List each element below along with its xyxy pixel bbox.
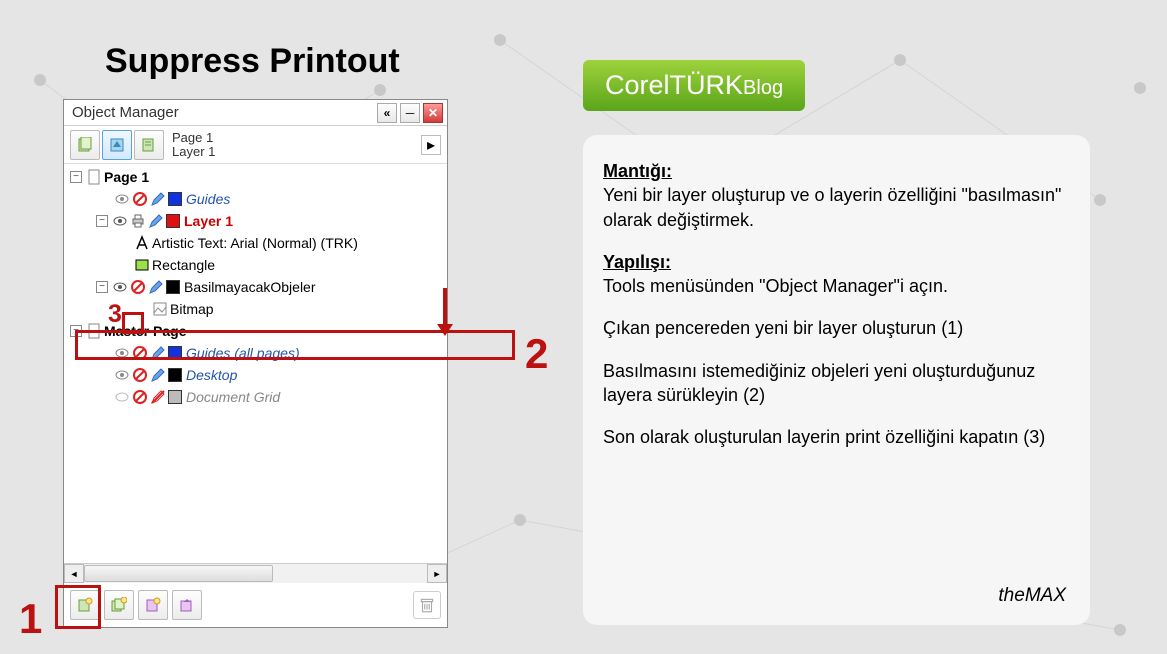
color-swatch[interactable] (166, 280, 180, 294)
tree-label: Bitmap (170, 301, 214, 317)
callout-box-3 (122, 312, 144, 334)
paragraph-4: Basılmasını istemediğiniz objeleri yeni … (603, 359, 1070, 408)
heading-2: Yapılışı: (603, 252, 671, 272)
tree-label: Document Grid (186, 389, 280, 405)
tree-label: Layer 1 (184, 213, 233, 229)
rectangle-icon (134, 257, 150, 273)
expand-toggle[interactable]: − (70, 171, 82, 183)
eye-icon[interactable] (112, 279, 128, 295)
eye-icon[interactable] (112, 213, 128, 229)
noprint-icon[interactable] (132, 191, 148, 207)
scroll-right-button[interactable]: ► (427, 564, 447, 583)
color-swatch[interactable] (168, 192, 182, 206)
tree-layer-1[interactable]: − Layer 1 (64, 210, 447, 232)
noprint-icon[interactable] (132, 367, 148, 383)
tree-label: Desktop (186, 367, 237, 383)
flyout-button[interactable]: ▸ (421, 135, 441, 155)
tree-label: BasilmayacakObjeler (184, 279, 316, 295)
current-page-layer-label: Page 1 Layer 1 (172, 131, 215, 159)
panel-title: Object Manager (72, 104, 374, 121)
tree-label: Page 1 (104, 169, 149, 185)
brand-badge: CorelTÜRKBlog (583, 60, 805, 111)
page-title: Suppress Printout (105, 42, 400, 81)
scroll-thumb[interactable] (84, 565, 273, 582)
eye-off-icon[interactable] (114, 389, 130, 405)
color-swatch[interactable] (168, 390, 182, 404)
heading-1: Mantığı: (603, 161, 672, 181)
eye-icon[interactable] (114, 191, 130, 207)
bitmap-icon (152, 301, 168, 317)
tree-desktop[interactable]: Desktop (64, 364, 447, 386)
callout-3: 3 (108, 300, 122, 329)
collapse-button[interactable]: « (377, 103, 397, 123)
color-swatch[interactable] (166, 214, 180, 228)
scroll-track[interactable] (84, 564, 427, 583)
instructions-box: Mantığı: Yeni bir layer oluşturup ve o l… (583, 135, 1090, 625)
object-tree[interactable]: − Page 1 Guides − Layer 1 (64, 164, 447, 563)
tree-label: Rectangle (152, 257, 215, 273)
current-layer: Layer 1 (172, 145, 215, 159)
page-icon (86, 169, 102, 185)
signature: theMAX (998, 583, 1066, 609)
printer-icon[interactable] (130, 213, 146, 229)
tree-page-1[interactable]: − Page 1 (64, 166, 447, 188)
expand-toggle[interactable]: − (96, 281, 108, 293)
paragraph-5: Son olarak oluşturulan layerin print öze… (603, 425, 1070, 449)
callout-1: 1 (19, 595, 42, 643)
panel-toolbar-top: Page 1 Layer 1 ▸ (64, 126, 447, 164)
show-pages-button[interactable] (70, 130, 100, 160)
panel-header: Object Manager « ─ ✕ (64, 100, 447, 126)
noedit-icon[interactable] (150, 389, 166, 405)
pencil-icon[interactable] (148, 213, 164, 229)
panel-toolbar-bottom (64, 583, 447, 627)
paragraph-2: Tools menüsünden "Object Manager"i açın. (603, 276, 948, 296)
noprint-icon[interactable] (130, 279, 146, 295)
tree-rectangle[interactable]: Rectangle (64, 254, 447, 276)
paragraph-3: Çıkan pencereden yeni bir layer oluşturu… (603, 316, 1070, 340)
text-icon (134, 235, 150, 251)
brand-main: CorelTÜRK (605, 70, 743, 100)
callout-box-1 (55, 585, 101, 629)
callout-2: 2 (525, 330, 548, 378)
eye-icon[interactable] (114, 367, 130, 383)
horizontal-scrollbar[interactable]: ◄ ► (64, 563, 447, 583)
expand-toggle[interactable]: − (96, 215, 108, 227)
pencil-icon[interactable] (150, 191, 166, 207)
paragraph-1: Yeni bir layer oluşturup ve o layerin öz… (603, 185, 1061, 229)
delete-button[interactable] (413, 591, 441, 619)
pencil-icon[interactable] (150, 367, 166, 383)
tree-document-grid[interactable]: Document Grid (64, 386, 447, 408)
color-swatch[interactable] (168, 368, 182, 382)
tree-label: Guides (186, 191, 230, 207)
tree-guides[interactable]: Guides (64, 188, 447, 210)
close-button[interactable]: ✕ (423, 103, 443, 123)
tree-artistic-text[interactable]: Artistic Text: Arial (Normal) (TRK) (64, 232, 447, 254)
noprint-icon[interactable] (132, 389, 148, 405)
pencil-icon[interactable] (148, 279, 164, 295)
minimize-button[interactable]: ─ (400, 103, 420, 123)
callout-arrow-icon (435, 288, 455, 336)
new-master-layer-button[interactable] (104, 590, 134, 620)
object-manager-panel: Object Manager « ─ ✕ Page 1 Layer 1 ▸ − … (63, 99, 448, 628)
tree-label: Artistic Text: Arial (Normal) (TRK) (152, 235, 358, 251)
current-page: Page 1 (172, 131, 215, 145)
brand-sub: Blog (743, 77, 783, 99)
move-to-layer-button[interactable] (172, 590, 202, 620)
show-object-properties-button[interactable] (134, 130, 164, 160)
new-master-layer-all-button[interactable] (138, 590, 168, 620)
tree-noprint-layer[interactable]: − BasilmayacakObjeler (64, 276, 447, 298)
layer-manager-view-button[interactable] (102, 130, 132, 160)
scroll-left-button[interactable]: ◄ (64, 564, 84, 583)
